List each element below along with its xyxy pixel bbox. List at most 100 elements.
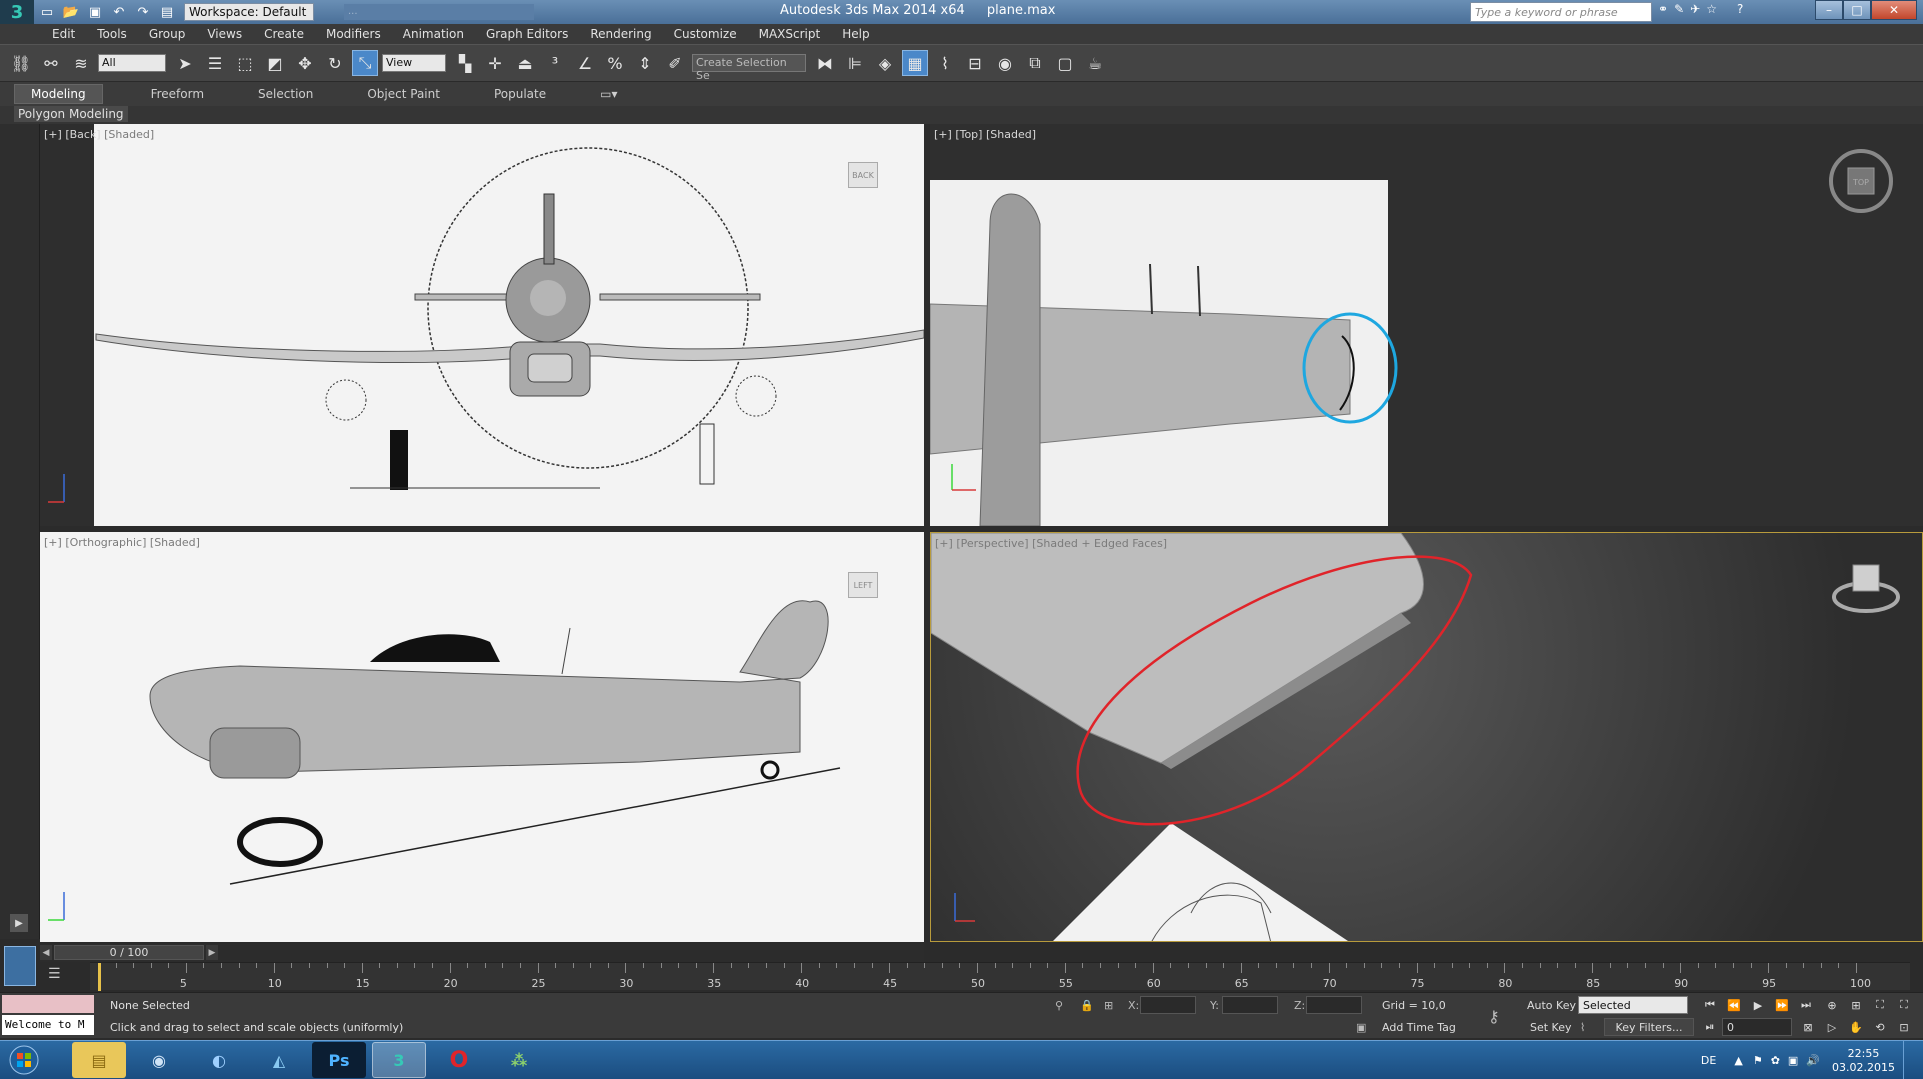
graphite-ribbon-icon[interactable]: ▦ [902,50,928,76]
mirror-icon[interactable]: ⧓ [812,50,838,76]
viewport-plus-menu[interactable]: [+] [934,128,952,141]
app-logo-icon[interactable]: 3 [0,0,34,24]
network-app-icon[interactable]: ⁂ [492,1042,546,1078]
pivot-center-icon[interactable]: ▚ [452,50,478,76]
viewport-view-menu[interactable]: [Orthographic] [65,536,146,549]
viewport-label[interactable]: [+] [Perspective] [Shaded + Edged Faces] [935,537,1167,550]
flag-icon[interactable]: ⚑ [1753,1054,1763,1067]
track-bar[interactable]: 5 10 15 20 25 30 35 40 45 50 55 60 65 70 75 80 85 90 95 100 [90,962,1910,991]
viewport-orthographic[interactable]: [+] [Orthographic] [Shaded] LEFT [40,532,924,942]
menu-rendering[interactable]: Rendering [590,27,651,41]
menu-help[interactable]: Help [842,27,869,41]
design-app-icon[interactable]: ◭ [252,1042,306,1078]
opera-icon[interactable]: O [432,1042,486,1078]
angle-snap-icon[interactable]: ∠ [572,50,598,76]
pan-view-icon[interactable]: ✋ [1846,1018,1866,1036]
select-object-icon[interactable]: ➤ [172,50,198,76]
select-and-scale-icon[interactable]: ⤡ [352,50,378,76]
absolute-mode-icon[interactable]: ⊞ [1104,999,1113,1012]
keyboard-shortcut-override-icon[interactable]: ⏏ [512,50,538,76]
set-key-big-icon[interactable]: ⚷ [1488,1007,1500,1026]
spinner-snap-icon[interactable]: ⇕ [632,50,658,76]
tray-app-icon[interactable]: ✿ [1771,1054,1780,1067]
select-by-name-icon[interactable]: ☰ [202,50,228,76]
binoculars-icon[interactable]: ⚭ [1658,2,1668,16]
redo-icon[interactable]: ↷ [132,2,154,22]
menu-customize[interactable]: Customize [674,27,737,41]
viewport-shading-menu[interactable]: [Shaded] [986,128,1036,141]
y-coord-field[interactable] [1222,996,1278,1014]
maximize-viewport-icon[interactable]: ⊡ [1894,1018,1914,1036]
undo-icon[interactable]: ↶ [108,2,130,22]
maxscript-listener-input[interactable]: Welcome to M [2,1015,94,1035]
x-coord-field[interactable] [1140,996,1196,1014]
view-cube-face[interactable]: BACK [848,162,878,188]
viewport-view-menu[interactable]: [Top] [955,128,982,141]
key-mode-toggle-icon[interactable]: ⏯ [1700,1018,1720,1036]
network-icon[interactable]: ▣ [1788,1054,1798,1067]
menu-animation[interactable]: Animation [403,27,464,41]
viewport-top[interactable]: [+] [Top] [Shaded] TOP [930,124,1923,526]
tab-populate[interactable]: Populate [488,85,552,103]
workspace-dropdown[interactable]: Workspace: Default [184,3,314,21]
help-icon[interactable]: ? [1737,2,1743,16]
current-frame-marker[interactable] [98,963,101,991]
unlink-selection-icon[interactable]: ⚯ [38,50,64,76]
show-desktop-button[interactable] [1903,1041,1915,1079]
schematic-view-icon[interactable]: ⊟ [962,50,988,76]
zoom-extents-all-icon[interactable]: ⛶ [1894,996,1914,1014]
language-indicator[interactable]: DE [1701,1054,1716,1067]
selection-filter-dropdown[interactable]: All [98,54,166,72]
current-frame-field[interactable]: 0 [1722,1018,1792,1036]
viewport-back[interactable]: [+] [Back] [Shaded] BACK [40,124,924,526]
comm-center-icon[interactable]: ✈ [1690,2,1700,16]
polygon-modeling-panel[interactable]: Polygon Modeling [14,106,128,122]
edit-named-selection-icon[interactable]: ✐ [662,50,688,76]
viewport-view-menu[interactable]: [Perspective] [956,537,1028,550]
go-to-end-icon[interactable]: ⏭ [1796,996,1816,1014]
view-cube-ring[interactable]: TOP [1828,148,1894,214]
viewport-label[interactable]: [+] [Orthographic] [Shaded] [44,536,200,549]
start-button[interactable] [0,1041,48,1079]
viewport-shading-menu[interactable]: [Shaded] [150,536,200,549]
time-config-icon[interactable]: ⊠ [1798,1018,1818,1036]
ribbon-options-icon[interactable]: ▭▾ [594,85,623,103]
add-time-tag-button[interactable]: Add Time Tag [1382,1021,1456,1034]
render-production-icon[interactable]: ☕ [1082,50,1108,76]
maxscript-listener-mini[interactable] [2,995,94,1013]
viewport-plus-menu[interactable]: [+] [935,537,953,550]
viewport-view-menu[interactable]: [Back] [65,128,100,141]
key-filters-button[interactable]: Key Filters... [1604,1018,1694,1036]
tools-icon[interactable]: ✎ [1674,2,1684,16]
viewport-shading-menu[interactable]: [Shaded + Edged Faces] [1032,537,1167,550]
select-and-link-icon[interactable]: ⛓ [8,50,34,76]
viewport-plus-menu[interactable]: [+] [44,536,62,549]
clock[interactable]: 22:55 03.02.2015 [1832,1047,1895,1075]
tab-object-paint[interactable]: Object Paint [361,85,446,103]
keyword-search-input[interactable]: Type a keyword or phrase [1470,2,1652,22]
view-cube-3d[interactable] [1831,557,1901,617]
3dsmax-icon[interactable]: 3 [372,1042,426,1078]
time-tag-icon[interactable]: ▣ [1356,1021,1366,1034]
time-slider[interactable]: ◀ 0 / 100 ▶ [40,944,924,962]
auto-key-button[interactable]: Auto Key [1527,999,1576,1012]
view-cube-face[interactable]: LEFT [848,572,878,598]
zoom-extents-icon[interactable]: ⛶ [1870,996,1890,1014]
window-crossing-icon[interactable]: ◩ [262,50,288,76]
tab-modeling[interactable]: Modeling [14,84,103,104]
viewport-label[interactable]: [+] [Back] [Shaded] [44,128,154,141]
menu-tools[interactable]: Tools [97,27,127,41]
bind-space-warp-icon[interactable]: ≋ [68,50,94,76]
close-button[interactable]: ✕ [1871,0,1917,20]
named-selection-dropdown[interactable]: Create Selection Se [692,54,806,82]
play-icon[interactable]: ▶ [1748,996,1768,1014]
project-folder-icon[interactable]: ▤ [156,2,178,22]
view-cube-icon[interactable]: BACK [848,162,878,188]
orbit-icon[interactable]: ⟲ [1870,1018,1890,1036]
manipulate-icon[interactable]: ✛ [482,50,508,76]
curve-editor-icon[interactable]: ⌇ [932,50,958,76]
prev-frame-arrow-icon[interactable]: ◀ [40,945,52,960]
viewport-layout-button[interactable] [4,946,36,986]
default-tangent-icon[interactable]: ⌇ [1580,1021,1585,1034]
selection-lock-icon[interactable]: 🔒 [1080,999,1094,1012]
